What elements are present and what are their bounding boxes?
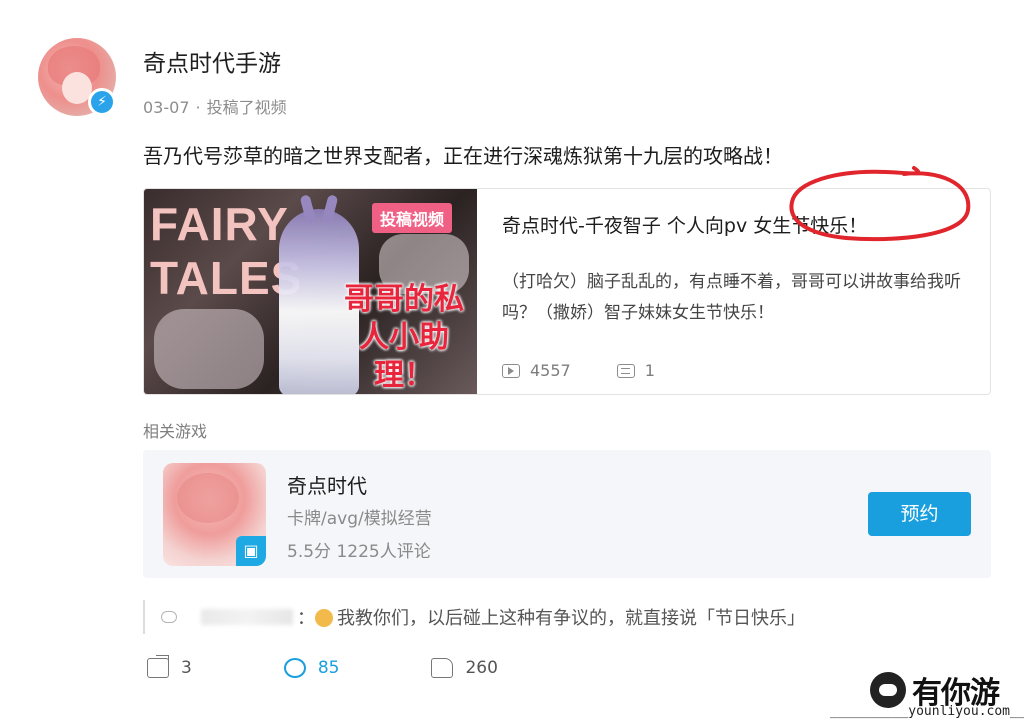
thumbnail-dress-art bbox=[154, 309, 264, 389]
game-rating: 5.5分 1225人评论 bbox=[287, 542, 431, 562]
site-watermark: 有你游 __________younliyou.com__ bbox=[820, 668, 1024, 719]
share-count: 3 bbox=[181, 658, 192, 678]
thumbnail-title: FAIRY TALES bbox=[150, 198, 303, 304]
comment-separator: ： bbox=[297, 608, 315, 629]
comment-text: 我教你们，以后碰上这种有争议的，就直接说「节日快乐」 bbox=[337, 608, 805, 629]
like-count: 260 bbox=[465, 658, 498, 678]
action-bar: 3 85 260 bbox=[147, 658, 590, 678]
reply-button[interactable]: 85 bbox=[283, 658, 340, 678]
game-genre: 卡牌/avg/模拟经营 bbox=[287, 509, 432, 529]
share-button[interactable]: 3 bbox=[147, 658, 192, 678]
thumbnail-slogan: 哥哥的私人小助理！ bbox=[344, 282, 464, 393]
thumbs-up-icon bbox=[431, 658, 454, 678]
game-icon[interactable]: ▣ bbox=[163, 463, 266, 566]
post-action: 投稿了视频 bbox=[206, 98, 287, 117]
video-title[interactable]: 奇点时代-千夜智子 个人向pv 女生节快乐！ bbox=[502, 211, 867, 238]
play-icon bbox=[502, 363, 520, 378]
related-game-card[interactable]: ▣ 奇点时代 卡牌/avg/模拟经营 5.5分 1225人评论 预约 bbox=[143, 450, 991, 578]
comment-preview[interactable]: ： 我教你们，以后碰上这种有争议的，就直接说「节日快乐」 bbox=[143, 600, 805, 634]
tv-icon: ▣ bbox=[236, 536, 266, 566]
play-count: 4557 bbox=[530, 361, 571, 380]
comment-bubble-icon bbox=[161, 611, 177, 623]
video-description: （打哈欠）脑子乱乱的，有点睡不着，哥哥可以讲故事给我听吗？（撒娇）智子妹妹女生节… bbox=[502, 272, 961, 323]
watermark-url: __________younliyou.com__ bbox=[830, 704, 1024, 719]
reserve-button[interactable]: 预约 bbox=[868, 492, 971, 536]
related-games-label: 相关游戏 bbox=[143, 422, 208, 441]
cat-emoji-icon bbox=[315, 609, 333, 627]
post-date: 03-07 bbox=[143, 98, 190, 117]
post-text: 吾乃代号莎草的暗之世界支配者，正在进行深魂炼狱第十九层的攻略战！ bbox=[143, 144, 783, 168]
gamepad-icon bbox=[870, 672, 906, 708]
share-icon bbox=[147, 658, 169, 678]
comment-count: 1 bbox=[644, 361, 655, 380]
meta-dot: · bbox=[195, 98, 201, 117]
game-name[interactable]: 奇点时代 bbox=[287, 470, 367, 499]
reply-count: 85 bbox=[317, 658, 340, 678]
post-meta: 03-07 · 投稿了视频 bbox=[143, 94, 287, 118]
like-button[interactable]: 260 bbox=[431, 658, 498, 678]
username[interactable]: 奇点时代手游 bbox=[143, 44, 281, 78]
reply-icon bbox=[283, 658, 306, 678]
video-stats: 4557 1 bbox=[502, 361, 655, 380]
thumbnail-tag: 投稿视频 bbox=[372, 203, 453, 233]
comment-icon bbox=[616, 363, 635, 378]
lightning-icon: ⚡ bbox=[88, 88, 116, 116]
video-card[interactable]: FAIRY TALES 投稿视频 哥哥的私人小助理！ 奇点时代-千夜智子 个人向… bbox=[143, 188, 991, 395]
blurred-username bbox=[201, 609, 293, 625]
video-thumbnail[interactable]: FAIRY TALES 投稿视频 哥哥的私人小助理！ bbox=[144, 189, 477, 394]
